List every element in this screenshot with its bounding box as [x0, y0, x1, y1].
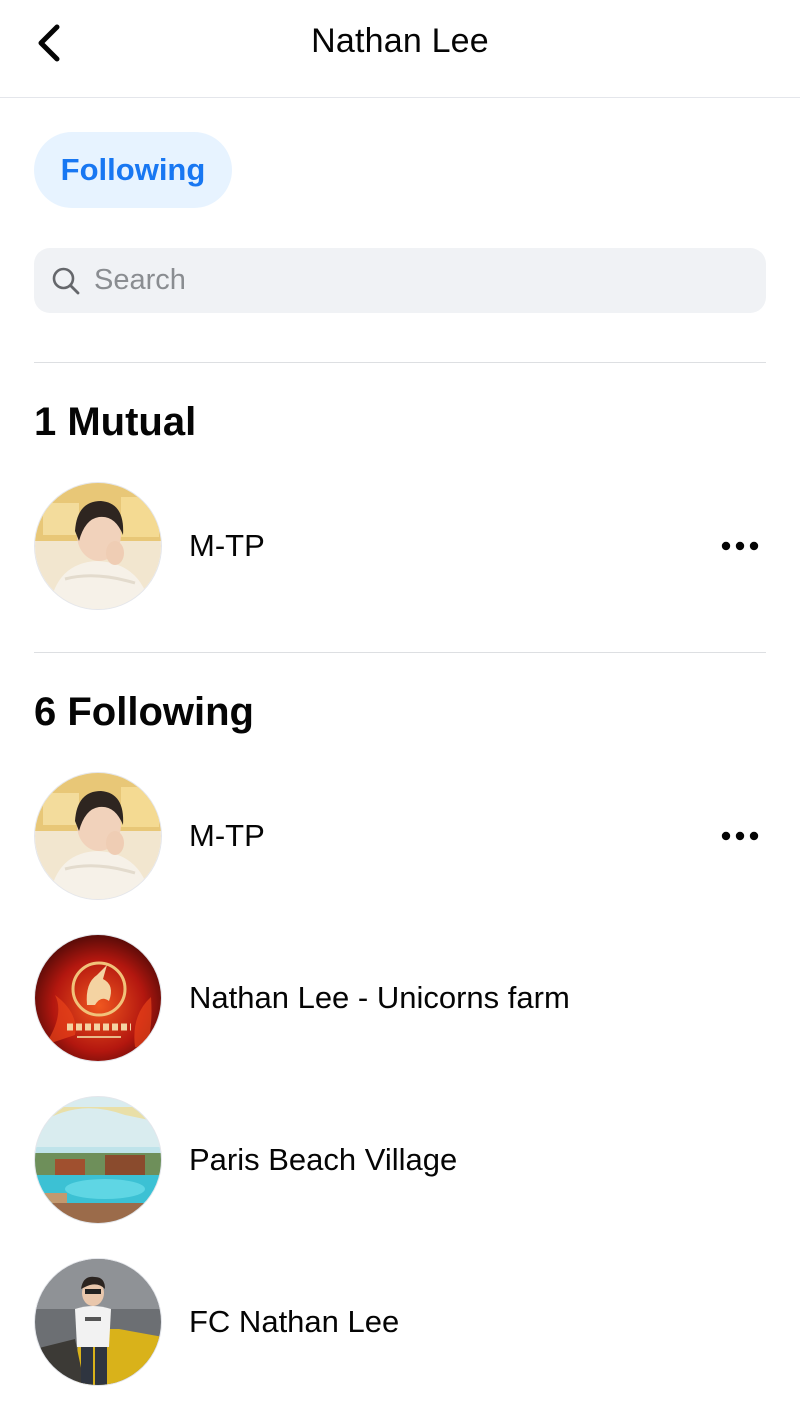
mtp-avatar[interactable]: [34, 482, 162, 610]
more-options-button[interactable]: [710, 816, 770, 856]
search-input[interactable]: [92, 263, 736, 298]
list-item-name: M-TP: [189, 528, 265, 563]
search-bar[interactable]: [34, 248, 766, 313]
more-options-button[interactable]: [710, 526, 770, 566]
list-item-name: Paris Beach Village: [189, 1142, 458, 1177]
page-title: Nathan Lee: [311, 22, 489, 60]
following-section-title: 6 Following: [34, 690, 254, 734]
following-filter-label: Following: [60, 152, 206, 187]
unicorns-logo-avatar[interactable]: [34, 934, 162, 1062]
fc-car-avatar[interactable]: [34, 1258, 162, 1386]
list-item-name: Nathan Lee - Unicorns farm: [189, 980, 570, 1015]
list-item-name: M-TP: [189, 818, 265, 853]
list-item-paris-beach-village[interactable]: Paris Beach Village: [34, 1095, 766, 1225]
list-item-name: FC Nathan Lee: [189, 1304, 400, 1339]
following-filter-chip[interactable]: Following: [34, 132, 232, 208]
list-item-fc-nathan-lee[interactable]: FC Nathan Lee: [34, 1257, 766, 1387]
more-horizontal-icon: [721, 541, 759, 551]
mtp-avatar[interactable]: [34, 772, 162, 900]
list-item-mtp-mutual[interactable]: M-TP: [34, 481, 766, 611]
list-item-unicorns-farm[interactable]: Nathan Lee - Unicorns farm: [34, 933, 766, 1063]
mutual-section-title: 1 Mutual: [34, 400, 197, 444]
search-icon: [50, 265, 82, 297]
beach-resort-avatar[interactable]: [34, 1096, 162, 1224]
section-divider: [34, 652, 766, 653]
list-item-mtp[interactable]: M-TP: [34, 771, 766, 901]
section-divider: [34, 362, 766, 363]
top-bar: Nathan Lee: [0, 0, 800, 98]
more-horizontal-icon: [721, 831, 759, 841]
